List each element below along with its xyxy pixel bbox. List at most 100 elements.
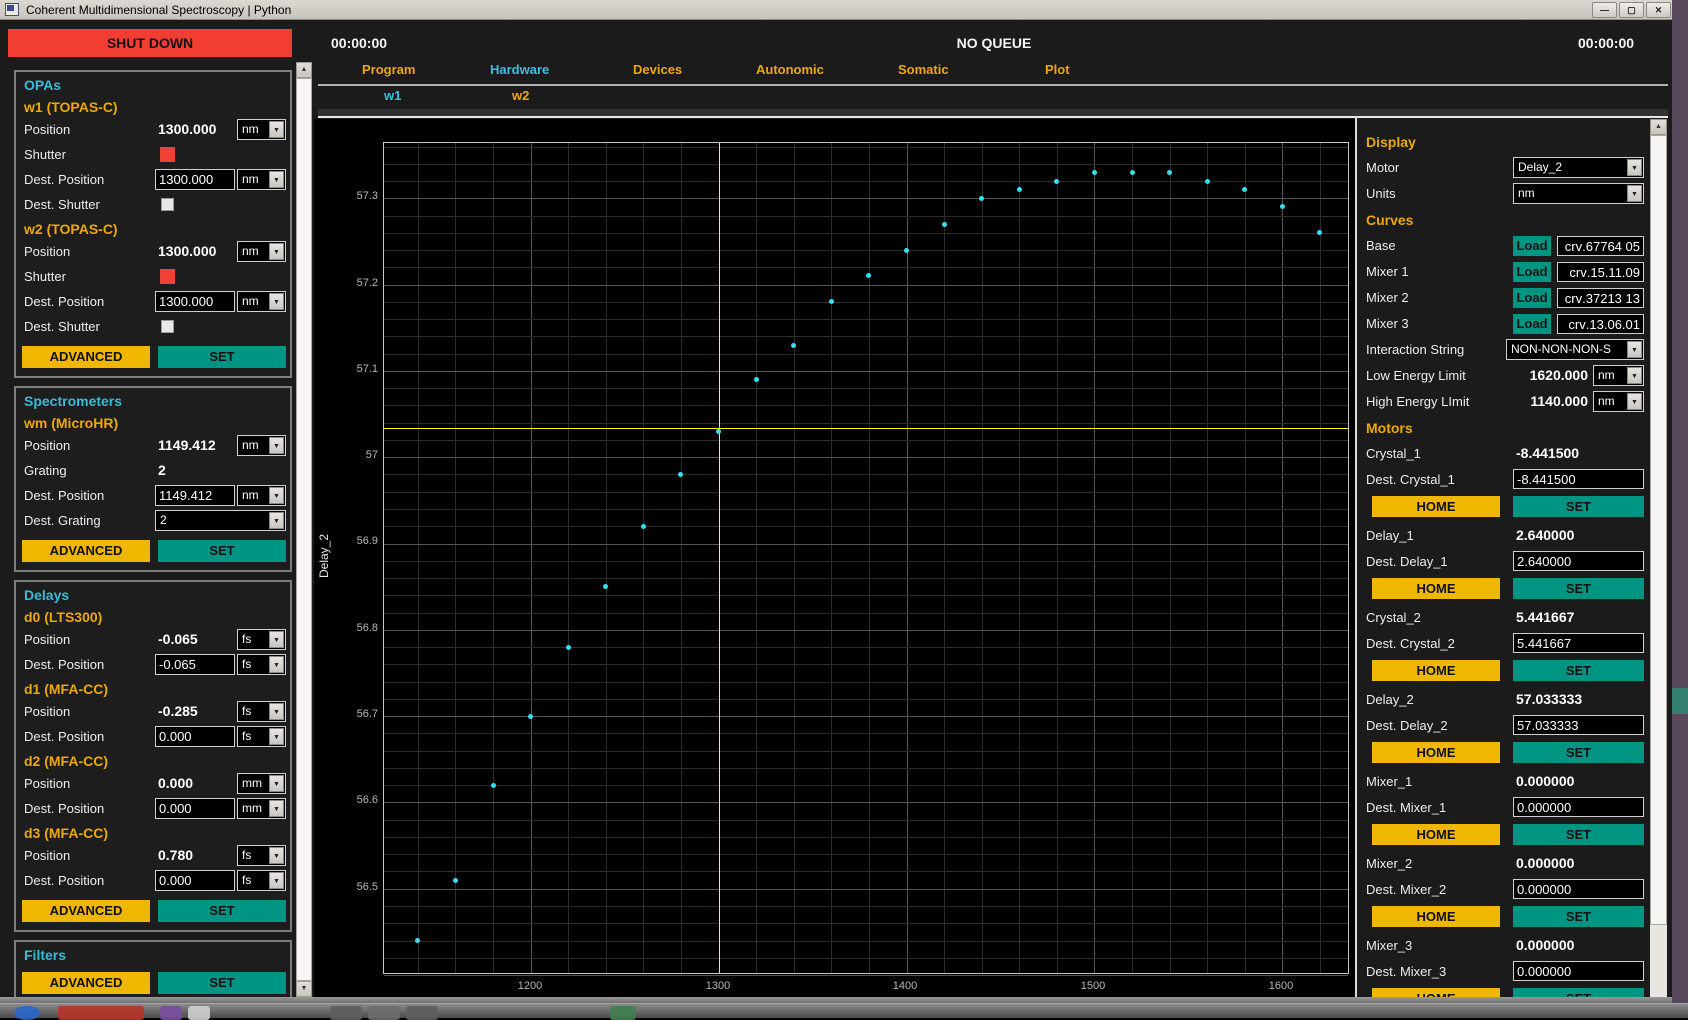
unit-select[interactable]: nm▼ [237, 435, 286, 456]
calibration-plot[interactable]: Delay_2 nm 57.357.257.15756.956.856.756.… [314, 119, 1355, 1017]
unit-select[interactable]: fs▼ [237, 654, 286, 675]
tab-plot[interactable]: Plot [1045, 62, 1070, 77]
dest-position-input[interactable] [155, 798, 235, 819]
home-button[interactable]: HOME [1372, 660, 1500, 681]
chevron-down-icon[interactable]: ▼ [269, 487, 284, 504]
load-button[interactable]: Load [1513, 262, 1551, 282]
advanced-button[interactable]: ADVANCED [22, 346, 150, 368]
dest-shutter-checkbox[interactable] [161, 198, 174, 211]
chevron-down-icon[interactable]: ▼ [269, 171, 284, 188]
unit-select[interactable]: nm▼ [237, 119, 286, 140]
scroll-up-icon[interactable]: ▲ [1650, 119, 1667, 135]
curve-file-field[interactable] [1557, 288, 1644, 308]
unit-select[interactable]: nm▼ [237, 241, 286, 262]
set-button[interactable]: SET [1513, 578, 1644, 599]
set-button[interactable]: SET [158, 900, 286, 922]
window-titlebar[interactable]: Coherent Multidimensional Spectroscopy |… [0, 0, 1672, 20]
unit-select[interactable]: nm▼ [237, 485, 286, 506]
advanced-button[interactable]: ADVANCED [22, 972, 150, 994]
unit-select[interactable]: fs▼ [237, 845, 286, 866]
scrollbar-thumb[interactable] [296, 78, 312, 981]
set-button[interactable]: SET [158, 972, 286, 994]
set-button[interactable]: SET [158, 346, 286, 368]
chevron-down-icon[interactable]: ▼ [269, 631, 284, 648]
dest-shutter-checkbox[interactable] [161, 320, 174, 333]
dest-position-input[interactable] [155, 485, 235, 506]
chevron-down-icon[interactable]: ▼ [269, 437, 284, 454]
unit-select[interactable]: fs▼ [237, 701, 286, 722]
chevron-down-icon[interactable]: ▼ [1627, 341, 1642, 358]
chevron-down-icon[interactable]: ▼ [1627, 393, 1642, 410]
interaction-string-select[interactable]: NON-NON-NON-S ▼ [1506, 339, 1644, 360]
unit-select[interactable]: mm▼ [237, 798, 286, 819]
tab-autonomic[interactable]: Autonomic [756, 62, 824, 77]
chevron-down-icon[interactable]: ▼ [269, 728, 284, 745]
unit-select[interactable]: fs▼ [237, 870, 286, 891]
high-energy-unit-select[interactable]: nm ▼ [1593, 391, 1644, 412]
motor-dest-input[interactable] [1513, 715, 1644, 735]
chevron-down-icon[interactable]: ▼ [1627, 185, 1642, 202]
curve-file-field[interactable] [1557, 236, 1644, 256]
set-button[interactable]: SET [1513, 824, 1644, 845]
scroll-up-icon[interactable]: ▲ [296, 62, 312, 78]
minimize-button[interactable]: — [1592, 2, 1617, 18]
unit-select[interactable]: fs▼ [237, 629, 286, 650]
subtab-w1[interactable]: w1 [384, 88, 401, 103]
home-button[interactable]: HOME [1372, 742, 1500, 763]
motor-dest-input[interactable] [1513, 469, 1644, 489]
advanced-button[interactable]: ADVANCED [22, 540, 150, 562]
motor-select[interactable]: Delay_2 ▼ [1513, 157, 1644, 178]
low-energy-unit-select[interactable]: nm ▼ [1593, 365, 1644, 386]
close-button[interactable]: ✕ [1646, 2, 1671, 18]
chevron-down-icon[interactable]: ▼ [269, 872, 284, 889]
subtab-w2[interactable]: w2 [512, 88, 529, 103]
shut-down-button[interactable]: SHUT DOWN [8, 29, 292, 57]
home-button[interactable]: HOME [1372, 496, 1500, 517]
tab-program[interactable]: Program [362, 62, 415, 77]
chevron-down-icon[interactable]: ▼ [1627, 367, 1642, 384]
motor-dest-input[interactable] [1513, 879, 1644, 899]
set-button[interactable]: SET [1513, 742, 1644, 763]
load-button[interactable]: Load [1513, 236, 1551, 256]
scroll-down-icon[interactable]: ▼ [296, 981, 312, 997]
unit-select[interactable]: nm▼ [237, 169, 286, 190]
home-button[interactable]: HOME [1372, 578, 1500, 599]
unit-select[interactable]: nm▼ [237, 291, 286, 312]
advanced-button[interactable]: ADVANCED [22, 900, 150, 922]
dest-position-input[interactable] [155, 654, 235, 675]
sidebar-scrollbar[interactable]: ▲ ▼ [296, 62, 312, 997]
home-button[interactable]: HOME [1372, 906, 1500, 927]
set-button[interactable]: SET [1513, 906, 1644, 927]
tab-devices[interactable]: Devices [633, 62, 682, 77]
set-button[interactable]: SET [158, 540, 286, 562]
curve-file-field[interactable] [1557, 262, 1644, 282]
dest-position-input[interactable] [155, 169, 235, 190]
home-button[interactable]: HOME [1372, 824, 1500, 845]
units-select[interactable]: nm ▼ [1513, 183, 1644, 204]
chevron-down-icon[interactable]: ▼ [269, 243, 284, 260]
grating-select[interactable]: 2▼ [155, 510, 286, 531]
chevron-down-icon[interactable]: ▼ [1627, 159, 1642, 176]
motor-dest-input[interactable] [1513, 633, 1644, 653]
curve-file-field[interactable] [1557, 314, 1644, 334]
chevron-down-icon[interactable]: ▼ [269, 512, 284, 529]
dest-position-input[interactable] [155, 726, 235, 747]
maximize-button[interactable]: ▢ [1619, 2, 1644, 18]
chevron-down-icon[interactable]: ▼ [269, 293, 284, 310]
panel-scrollbar[interactable]: ▲ ▼ [1650, 119, 1667, 1017]
dest-position-input[interactable] [155, 870, 235, 891]
chevron-down-icon[interactable]: ▼ [269, 775, 284, 792]
chevron-down-icon[interactable]: ▼ [269, 800, 284, 817]
chevron-down-icon[interactable]: ▼ [269, 847, 284, 864]
unit-select[interactable]: mm▼ [237, 773, 286, 794]
motor-dest-input[interactable] [1513, 961, 1644, 981]
chevron-down-icon[interactable]: ▼ [269, 656, 284, 673]
motor-dest-input[interactable] [1513, 797, 1644, 817]
tab-somatic[interactable]: Somatic [898, 62, 949, 77]
load-button[interactable]: Load [1513, 314, 1551, 334]
load-button[interactable]: Load [1513, 288, 1551, 308]
set-button[interactable]: SET [1513, 496, 1644, 517]
chevron-down-icon[interactable]: ▼ [269, 703, 284, 720]
motor-dest-input[interactable] [1513, 551, 1644, 571]
set-button[interactable]: SET [1513, 660, 1644, 681]
